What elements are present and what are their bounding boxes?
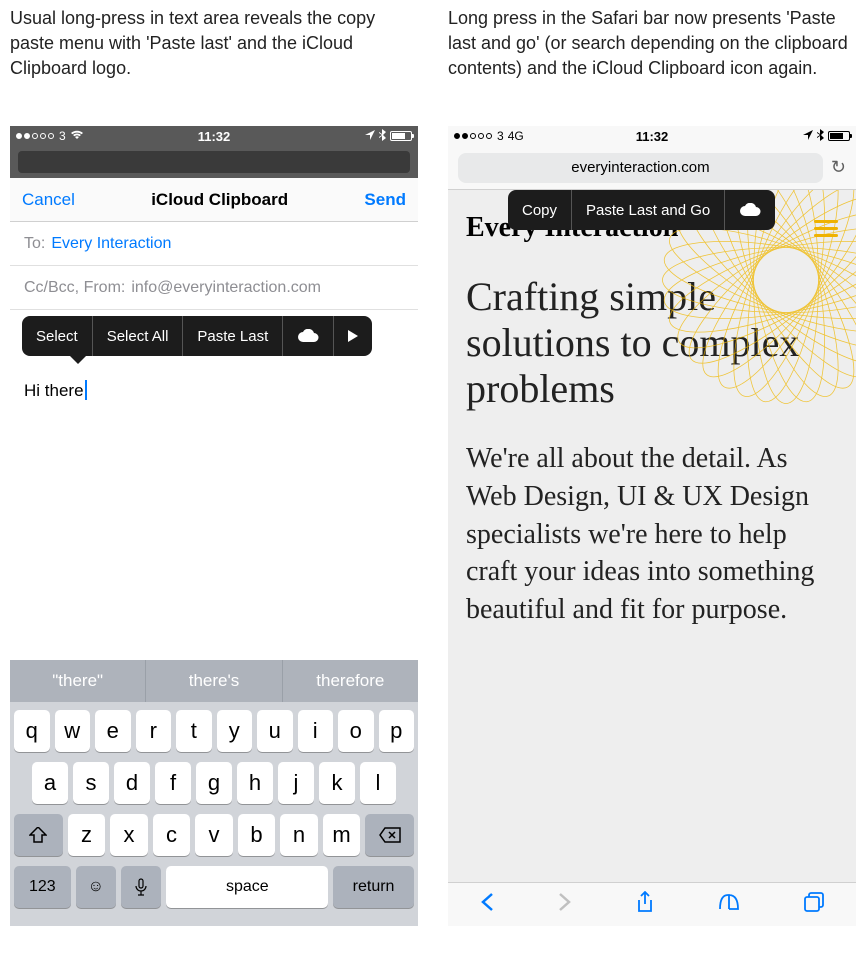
- to-label: To:: [24, 235, 45, 253]
- bookmarks-button[interactable]: [718, 893, 740, 916]
- status-bar: 3 11:32: [10, 126, 418, 146]
- cloud-icon[interactable]: [725, 190, 775, 230]
- more-arrow-icon[interactable]: [334, 316, 372, 356]
- bluetooth-icon: [817, 129, 824, 144]
- safari-phone: 3 4G 11:32 everyinteraction.com ↻: [448, 126, 856, 926]
- status-bar: 3 4G 11:32: [448, 126, 856, 146]
- key-z[interactable]: z: [68, 814, 106, 856]
- key-i[interactable]: i: [298, 710, 334, 752]
- context-menu: Copy Paste Last and Go: [508, 190, 775, 230]
- key-k[interactable]: k: [319, 762, 355, 804]
- backspace-key[interactable]: [365, 814, 414, 856]
- left-caption: Usual long-press in text area reveals th…: [10, 6, 418, 106]
- key-n[interactable]: n: [280, 814, 318, 856]
- key-v[interactable]: v: [195, 814, 233, 856]
- wifi-icon: [70, 129, 84, 143]
- paste-last-button[interactable]: Paste Last: [183, 316, 283, 356]
- keyboard: "there" there's therefore q w e r t y u …: [10, 660, 418, 926]
- context-menu: Select Select All Paste Last: [22, 316, 372, 356]
- message-body[interactable]: Hi there: [10, 366, 418, 415]
- mail-phone: 3 11:32 Cancel iCloud Clipboard Send To:: [10, 126, 418, 926]
- key-e[interactable]: e: [95, 710, 131, 752]
- page-title: iCloud Clipboard: [151, 190, 288, 210]
- key-s[interactable]: s: [73, 762, 109, 804]
- safari-toolbar: [448, 882, 856, 926]
- hamburger-button[interactable]: [814, 220, 838, 237]
- key-m[interactable]: m: [323, 814, 361, 856]
- battery-icon: [390, 131, 412, 141]
- key-y[interactable]: y: [217, 710, 253, 752]
- key-h[interactable]: h: [237, 762, 273, 804]
- body-text: Hi there: [24, 381, 84, 400]
- suggestion-1[interactable]: "there": [10, 660, 146, 702]
- key-w[interactable]: w: [55, 710, 91, 752]
- key-u[interactable]: u: [257, 710, 293, 752]
- key-o[interactable]: o: [338, 710, 374, 752]
- key-f[interactable]: f: [155, 762, 191, 804]
- location-icon: [803, 129, 813, 143]
- minimized-bar: [10, 146, 418, 178]
- carrier-label: 3: [59, 129, 66, 143]
- suggestion-3[interactable]: therefore: [283, 660, 418, 702]
- shift-key[interactable]: [14, 814, 63, 856]
- key-l[interactable]: l: [360, 762, 396, 804]
- key-row-4: 123 ☺ space return: [14, 866, 414, 908]
- paste-last-go-button[interactable]: Paste Last and Go: [572, 190, 725, 230]
- signal-icon: [16, 133, 54, 139]
- key-x[interactable]: x: [110, 814, 148, 856]
- mail-navbar: Cancel iCloud Clipboard Send: [10, 178, 418, 222]
- key-c[interactable]: c: [153, 814, 191, 856]
- carrier-label: 3: [497, 129, 504, 143]
- menu-arrow-icon: [70, 356, 86, 364]
- to-field[interactable]: To: Every Interaction: [10, 222, 418, 266]
- clock: 11:32: [198, 129, 231, 144]
- cc-field[interactable]: Cc/Bcc, From: info@everyinteraction.com: [10, 266, 418, 310]
- key-b[interactable]: b: [238, 814, 276, 856]
- space-key[interactable]: space: [166, 866, 328, 908]
- suggestion-bar: "there" there's therefore: [10, 660, 418, 702]
- bluetooth-icon: [379, 129, 386, 144]
- select-all-button[interactable]: Select All: [93, 316, 184, 356]
- cc-label: Cc/Bcc, From:: [24, 279, 125, 297]
- emoji-key[interactable]: ☺: [76, 866, 116, 908]
- text-cursor: [85, 380, 87, 400]
- send-button[interactable]: Send: [364, 190, 406, 210]
- web-content: Copy Paste Last and Go Every Interaction…: [448, 190, 856, 882]
- to-value: Every Interaction: [51, 235, 171, 253]
- key-t[interactable]: t: [176, 710, 212, 752]
- forward-button[interactable]: [558, 892, 572, 917]
- key-r[interactable]: r: [136, 710, 172, 752]
- network-label: 4G: [508, 129, 524, 143]
- share-button[interactable]: [636, 891, 654, 918]
- key-p[interactable]: p: [379, 710, 415, 752]
- cloud-icon[interactable]: [283, 316, 334, 356]
- signal-icon: [454, 133, 492, 139]
- reload-button[interactable]: ↻: [831, 157, 846, 178]
- url-bar: everyinteraction.com ↻: [448, 146, 856, 190]
- key-row-1: q w e r t y u i o p: [14, 710, 414, 752]
- key-a[interactable]: a: [32, 762, 68, 804]
- cancel-button[interactable]: Cancel: [22, 190, 75, 210]
- key-q[interactable]: q: [14, 710, 50, 752]
- tabs-button[interactable]: [804, 892, 824, 917]
- location-icon: [365, 129, 375, 143]
- clock: 11:32: [636, 129, 669, 144]
- battery-icon: [828, 131, 850, 141]
- key-row-3: z x c v b n m: [14, 814, 414, 856]
- copy-button[interactable]: Copy: [508, 190, 572, 230]
- select-button[interactable]: Select: [22, 316, 93, 356]
- key-g[interactable]: g: [196, 762, 232, 804]
- back-button[interactable]: [480, 892, 494, 917]
- numbers-key[interactable]: 123: [14, 866, 71, 908]
- right-caption: Long press in the Safari bar now present…: [448, 6, 856, 106]
- return-key[interactable]: return: [333, 866, 414, 908]
- key-row-2: a s d f g h j k l: [14, 762, 414, 804]
- mic-key[interactable]: [121, 866, 161, 908]
- key-d[interactable]: d: [114, 762, 150, 804]
- cc-value: info@everyinteraction.com: [131, 279, 321, 297]
- url-field[interactable]: everyinteraction.com: [458, 153, 823, 183]
- suggestion-2[interactable]: there's: [146, 660, 282, 702]
- subtext: We're all about the detail. As Web Desig…: [448, 432, 856, 637]
- key-j[interactable]: j: [278, 762, 314, 804]
